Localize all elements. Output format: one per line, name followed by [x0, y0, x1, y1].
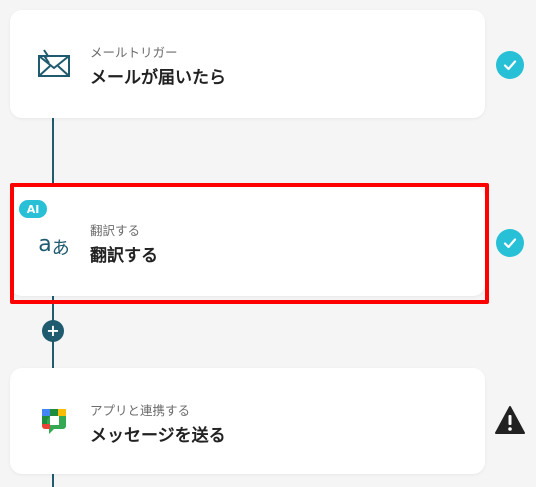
warning-icon — [494, 405, 526, 435]
step-title: 翻訳する — [90, 246, 158, 266]
flow-step-mail-trigger[interactable]: メールトリガー メールが届いたら — [10, 10, 485, 118]
check-icon — [496, 51, 524, 79]
step-subtitle: メールトリガー — [90, 45, 178, 60]
step-subtitle: アプリと連携する — [90, 403, 191, 418]
connector-line — [52, 118, 54, 186]
connector-line — [52, 474, 54, 487]
flow-step-send-message[interactable]: アプリと連携する メッセージを送る — [10, 368, 485, 474]
add-step-button[interactable]: + — [42, 320, 64, 342]
google-chat-icon — [36, 404, 72, 440]
step-title: メールが届いたら — [90, 68, 226, 88]
mail-icon — [36, 46, 72, 82]
ai-badge: AI — [19, 200, 47, 218]
step-title: メッセージを送る — [90, 426, 226, 446]
flow-step-translate[interactable]: aあ 翻訳する 翻訳する — [10, 186, 485, 296]
step-subtitle: 翻訳する — [90, 223, 141, 238]
translate-icon: aあ — [38, 231, 70, 260]
check-icon — [496, 229, 524, 257]
